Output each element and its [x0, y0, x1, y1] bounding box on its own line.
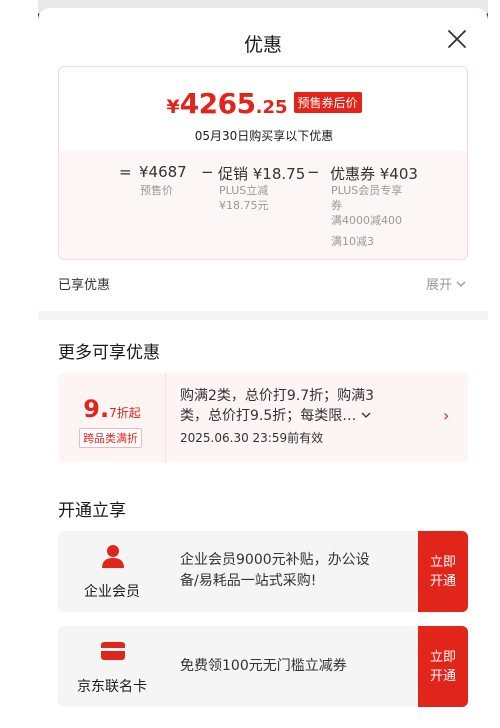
promo-sub-label: PLUS立减 [219, 184, 269, 197]
chevron-down-icon[interactable] [361, 411, 371, 419]
open-enterprise-button[interactable]: 立即开通 [418, 531, 468, 612]
expand-toggle[interactable]: 展开 [426, 274, 466, 293]
promo-rate: 9.7折起 [58, 395, 166, 423]
promo-discount: 促销 ¥18.75 [218, 165, 306, 183]
background-right [488, 0, 500, 22]
price-breakdown-card: ¥4265.25 预售券后价 05月30日购买享以下优惠 = ¥4687 预售价 … [58, 66, 468, 260]
equals-sign: = [119, 163, 132, 181]
minus-sign: − [307, 163, 320, 181]
card-icon [101, 642, 125, 660]
promo-tag: 跨品类满折 [79, 428, 142, 448]
cobrand-card-badge: 京东联名卡 [58, 626, 166, 707]
sheet-title: 优惠 [243, 34, 282, 56]
price-integer: 4265 [179, 87, 256, 120]
cobrand-card: 京东联名卡 免费领100元无门槛立减券 立即开通 [58, 626, 468, 707]
enterprise-desc-line2: 备/易耗品一站式采购! [180, 573, 317, 589]
coupon-discount: 优惠券 ¥403 [330, 165, 418, 183]
base-price-label: 预售价 [140, 184, 173, 197]
open-membership-title: 开通立享 [58, 501, 126, 521]
promo-desc-line2-wrap: 类，总价打9.5折；每类限… [180, 406, 420, 426]
promo-validity: 2025.06.30 23:59前有效 [180, 431, 324, 445]
promo-rate-panel: 9.7折起 跨品类满折 [58, 373, 166, 462]
minus-sign: − [201, 163, 214, 181]
cobrand-card-desc: 免费领100元无门槛立减券 [180, 658, 347, 674]
background-left [0, 0, 38, 22]
cobrand-card-name: 京东联名卡 [77, 679, 147, 695]
person-icon [102, 545, 124, 568]
enterprise-desc-line1: 企业会员9000元补贴，办公设 [180, 552, 370, 568]
base-price: ¥4687 [139, 163, 187, 181]
coupon-rule-1: 满4000减400 [331, 214, 402, 227]
enterprise-member-badge: 企业会员 [58, 531, 166, 612]
price-currency: ¥ [166, 96, 180, 118]
price-tag: 预售券后价 [293, 92, 362, 113]
coupon-sub-label-2: 券 [331, 199, 342, 212]
promo-rate-small: 7折起 [109, 406, 141, 420]
discount-sheet: 优惠 ¥4265.25 预售券后价 05月30日购买享以下优惠 = ¥4687 预… [38, 8, 488, 728]
cross-category-promo-card[interactable]: 9.7折起 跨品类满折 购满2类，总价打9.7折；购满3 类，总价打9.5折；每… [58, 373, 468, 462]
open-cobrand-button[interactable]: 立即开通 [418, 626, 468, 707]
price-decimal: .25 [255, 97, 288, 118]
promo-rate-big: 9. [83, 395, 110, 423]
chevron-down-icon [456, 281, 466, 287]
expand-label: 展开 [426, 278, 453, 293]
section-divider [38, 311, 488, 320]
enterprise-member-name: 企业会员 [84, 584, 140, 600]
breakdown-area: = ¥4687 预售价 − 促销 ¥18.75 PLUS立减 ¥18.75元 −… [59, 151, 467, 259]
close-icon[interactable] [443, 25, 471, 53]
promo-desc-line2: 类，总价打9.5折；每类限… [180, 408, 357, 424]
coupon-sub-label: PLUS会员专享 [331, 184, 403, 197]
promo-sub-amount: ¥18.75元 [219, 199, 269, 212]
chevron-right-icon[interactable]: › [443, 406, 449, 425]
purchase-date-note: 05月30日购买享以下优惠 [194, 129, 334, 143]
more-offers-title: 更多可享优惠 [58, 343, 160, 363]
enterprise-member-card: 企业会员 企业会员9000元补贴，办公设 备/易耗品一站式采购! 立即开通 [58, 531, 468, 612]
promo-desc-line1: 购满2类，总价打9.7折；购满3 [180, 388, 375, 404]
coupon-rule-2: 满10减3 [331, 235, 374, 248]
enjoyed-discounts-label: 已享优惠 [58, 278, 111, 293]
final-price: ¥4265.25 预售券后价 [59, 87, 467, 120]
enterprise-member-desc: 企业会员9000元补贴，办公设 备/易耗品一站式采购! [180, 550, 412, 592]
promo-description: 购满2类，总价打9.7折；购满3 类，总价打9.5折；每类限… [180, 386, 420, 426]
